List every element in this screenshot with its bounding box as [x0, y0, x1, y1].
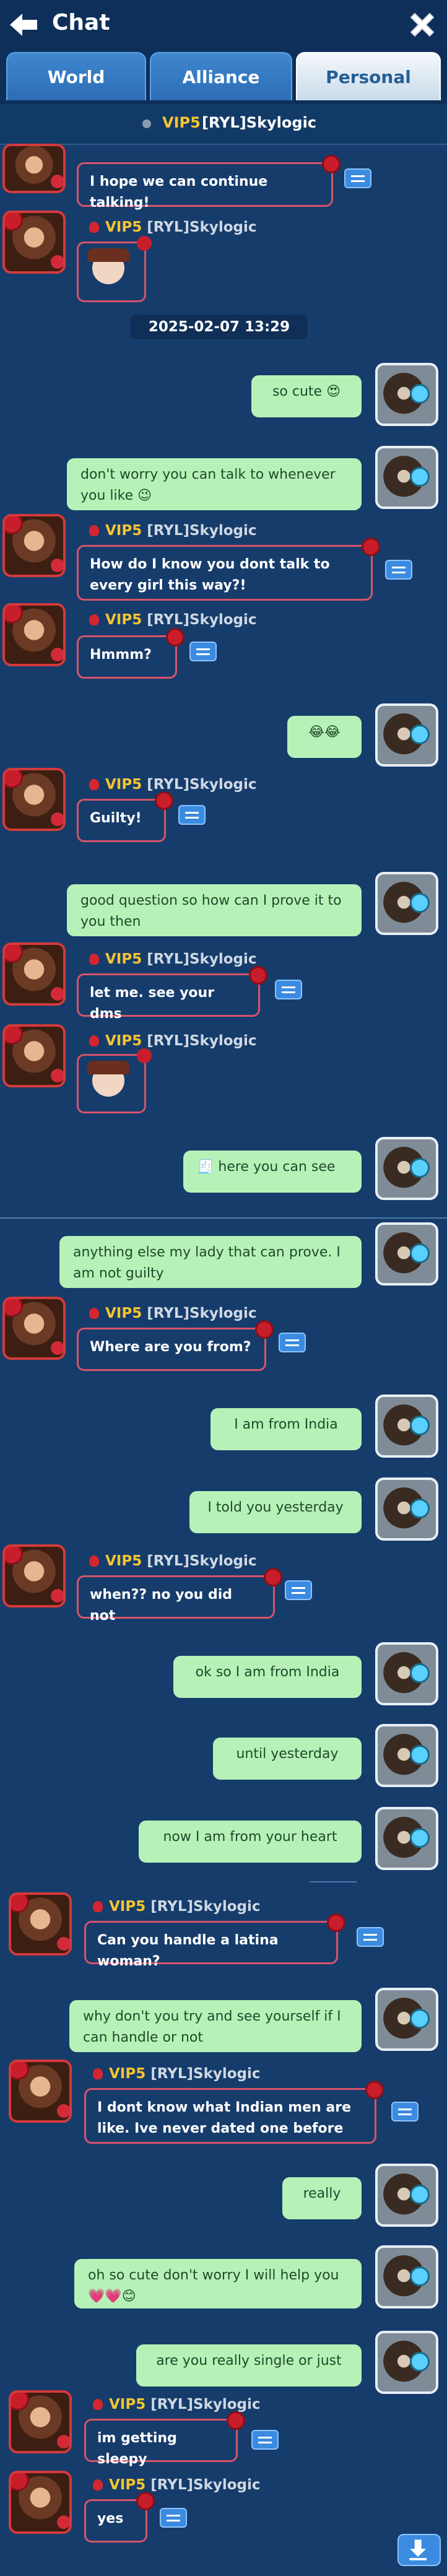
incoming-message: yes — [84, 2494, 153, 2543]
sender-label: VIP5 [RYL]Skylogic — [89, 777, 257, 796]
sticker-message — [77, 236, 152, 302]
scroll-down-button[interactable] — [397, 2534, 441, 2566]
translate-icon[interactable] — [285, 1580, 312, 1600]
incoming-message: when?? no you did not — [77, 1570, 280, 1624]
translate-icon[interactable] — [251, 2430, 279, 2450]
translate-icon[interactable] — [357, 1927, 384, 1947]
scroll-down-icon — [409, 2539, 427, 2561]
outgoing-message: until yesterday — [213, 1738, 362, 1780]
outgoing-message: really — [282, 2177, 362, 2219]
sender-label: VIP5 [RYL]Skylogic — [89, 1033, 257, 1053]
my-avatar[interactable] — [375, 1477, 438, 1541]
sender-label: VIP5 [RYL]Skylogic — [89, 1553, 257, 1573]
close-icon[interactable] — [405, 7, 440, 42]
my-avatar[interactable] — [375, 1988, 438, 2051]
my-avatar[interactable] — [375, 2331, 438, 2394]
outgoing-message: are you really single or just — [136, 2344, 362, 2387]
sender-label: VIP5 [RYL]Skylogic — [89, 951, 257, 971]
incoming-message: let me. see your dms — [77, 968, 266, 1022]
my-avatar[interactable] — [375, 1807, 438, 1870]
outgoing-message: anything else my lady that can prove. I … — [59, 1236, 362, 1288]
her-avatar[interactable] — [2, 942, 66, 1006]
translate-icon[interactable] — [344, 168, 371, 188]
sender-label: VIP5 [RYL]Skylogic — [89, 612, 257, 632]
outgoing-message: I am from India — [210, 1408, 362, 1450]
outgoing-message: I told you yesterday — [189, 1491, 362, 1533]
my-avatar[interactable] — [375, 872, 438, 935]
translate-icon[interactable] — [391, 2102, 419, 2121]
her-avatar[interactable] — [9, 1892, 72, 1956]
my-avatar[interactable] — [375, 2245, 438, 2308]
her-avatar[interactable] — [2, 144, 66, 193]
outgoing-message: oh so cute don't worry I will help you 💗… — [74, 2259, 362, 2308]
tab-alliance[interactable]: Alliance — [150, 52, 292, 100]
my-avatar[interactable] — [375, 1642, 438, 1705]
conversation-name: [RYL]Skylogic — [202, 114, 317, 131]
incoming-message: Guilty! — [77, 793, 171, 842]
translate-icon[interactable] — [385, 560, 412, 580]
incoming-message: How do I know you dont talk to every gir… — [77, 539, 378, 601]
her-avatar[interactable] — [2, 768, 66, 831]
my-avatar[interactable] — [375, 363, 438, 426]
her-avatar[interactable] — [2, 1024, 66, 1087]
incoming-message: Where are you from? — [77, 1322, 272, 1371]
sender-label: VIP5 [RYL]Skylogic — [93, 2066, 261, 2086]
her-avatar[interactable] — [2, 1544, 66, 1608]
divider — [0, 1217, 447, 1219]
incoming-message: Can you handle a latina woman? — [84, 1915, 344, 1969]
sender-label: VIP5 [RYL]Skylogic — [89, 1305, 257, 1325]
my-avatar[interactable] — [375, 1137, 438, 1200]
my-avatar[interactable] — [375, 703, 438, 767]
her-avatar[interactable] — [9, 2471, 72, 2534]
sender-label: VIP5 [RYL]Skylogic — [93, 2477, 261, 2497]
translate-icon[interactable] — [178, 805, 206, 825]
her-avatar[interactable] — [9, 2060, 72, 2123]
conversation-bar: VIP5 [RYL]Skylogic — [0, 104, 447, 145]
divider — [310, 1881, 357, 1882]
page-title: Chat — [52, 10, 110, 35]
outgoing-message: 🧾 here you can see — [183, 1151, 362, 1193]
her-avatar[interactable] — [2, 1297, 66, 1360]
translate-icon[interactable] — [160, 2508, 187, 2528]
outgoing-message: so cute 😍 — [251, 375, 362, 417]
sender-label: VIP5 [RYL]Skylogic — [93, 1899, 261, 1918]
tab-world[interactable]: World — [6, 52, 146, 100]
her-avatar[interactable] — [2, 603, 66, 666]
outgoing-message: good question so how can I prove it to y… — [67, 884, 362, 936]
sender-label: VIP5 [RYL]Skylogic — [89, 523, 257, 542]
chat-header: Chat World Alliance Personal — [0, 0, 447, 104]
incoming-message: Hmmm? — [77, 630, 183, 679]
outgoing-message: now I am from your heart — [139, 1821, 362, 1863]
incoming-message: im getting sleepy — [84, 2413, 243, 2467]
my-avatar[interactable] — [375, 1222, 438, 1286]
translate-icon[interactable] — [275, 980, 302, 999]
conversation-vip: VIP5 — [162, 114, 201, 131]
translate-icon[interactable] — [189, 642, 217, 661]
tab-personal[interactable]: Personal — [296, 52, 441, 100]
outgoing-message: why don't you try and see yourself if I … — [69, 2000, 362, 2052]
sticker-message — [77, 1048, 152, 1113]
outgoing-message: don't worry you can talk to whenever you… — [67, 458, 362, 510]
back-arrow-icon[interactable] — [6, 7, 41, 42]
my-avatar[interactable] — [375, 1395, 438, 1458]
translate-icon[interactable] — [279, 1333, 306, 1352]
outgoing-message: 😂😂 — [287, 716, 362, 758]
incoming-message: I dont know what Indian men are like. Iv… — [84, 2082, 382, 2144]
online-status-dot — [142, 120, 151, 128]
outgoing-message: ok so I am from India — [173, 1656, 362, 1698]
my-avatar[interactable] — [375, 2164, 438, 2227]
my-avatar[interactable] — [375, 1724, 438, 1787]
incoming-message: I hope we can continue talking! — [77, 157, 339, 211]
her-avatar[interactable] — [2, 211, 66, 274]
sender-label: VIP5 [RYL]Skylogic — [89, 219, 257, 239]
her-avatar[interactable] — [9, 2390, 72, 2453]
her-avatar[interactable] — [2, 514, 66, 577]
my-avatar[interactable] — [375, 446, 438, 509]
date-separator: 2025-02-07 13:29 — [131, 315, 308, 339]
